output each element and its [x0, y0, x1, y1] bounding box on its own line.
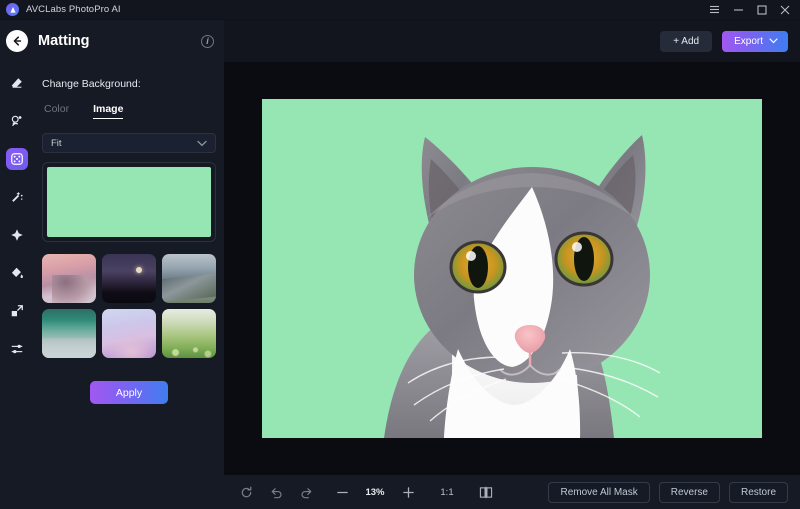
title-bar: AVCLabs PhotoPro AI — [0, 0, 800, 20]
minimize-icon[interactable] — [733, 5, 744, 14]
zoom-ratio-button[interactable]: 1:1 — [434, 487, 460, 498]
cat-photo-with-green-background[interactable] — [262, 99, 762, 438]
background-thumbnail-grid — [42, 254, 216, 358]
export-button[interactable]: Export — [722, 30, 788, 52]
fit-mode-value: Fit — [51, 137, 62, 149]
reset-rotate-icon[interactable] — [232, 481, 260, 503]
panel-header: Matting i — [6, 20, 224, 62]
export-label: Export — [734, 35, 763, 47]
bottom-toolbar: 13% 1:1 Remove All Mask Reverse Restore — [224, 475, 800, 509]
undo-icon[interactable] — [262, 481, 290, 503]
mask-actions: Remove All Mask Reverse Restore — [548, 481, 788, 503]
expand-icon[interactable] — [6, 224, 28, 246]
background-preview[interactable] — [42, 162, 216, 242]
thumbnail-turquoise-coast[interactable] — [42, 309, 96, 358]
zoom-level[interactable]: 13% — [358, 487, 392, 498]
paint-bucket-icon[interactable] — [6, 262, 28, 284]
background-type-tabs: Color Image — [44, 103, 224, 119]
thumbnail-snow-peak[interactable] — [162, 254, 216, 303]
chevron-down-icon — [769, 36, 778, 47]
redo-icon[interactable] — [292, 481, 320, 503]
restore-button[interactable]: Restore — [728, 481, 788, 503]
minus-icon[interactable] — [328, 481, 356, 503]
window-controls — [709, 4, 794, 15]
app-window: AVCLabs PhotoPro AI Matting i Change Bac… — [0, 0, 800, 509]
plus-icon[interactable] — [394, 481, 422, 503]
main-area: + Add Export 13% 1:1 Remove All Mask Rev… — [224, 20, 800, 509]
tool-rail — [0, 20, 34, 509]
compare-split-icon[interactable] — [472, 481, 500, 503]
section-label: Change Background: — [42, 78, 141, 90]
zoom-tools: 13% 1:1 — [328, 481, 500, 503]
thumbnail-night-moon[interactable] — [102, 254, 156, 303]
canvas-area[interactable] — [224, 62, 800, 475]
matting-icon[interactable] — [6, 148, 28, 170]
tab-color[interactable]: Color — [44, 103, 69, 119]
info-icon[interactable]: i — [201, 34, 214, 48]
adjust-sliders-icon[interactable] — [6, 338, 28, 360]
menu-icon[interactable] — [709, 5, 720, 14]
maximize-icon[interactable] — [757, 4, 767, 15]
history-tools — [232, 481, 320, 503]
thumbnail-pastel-clouds[interactable] — [102, 309, 156, 358]
cat-illustration — [384, 135, 661, 438]
reverse-button[interactable]: Reverse — [658, 481, 720, 503]
body: Matting i Change Background: Color Image… — [0, 20, 800, 509]
remove-all-mask-button[interactable]: Remove All Mask — [548, 481, 650, 503]
magic-wand-icon[interactable] — [6, 186, 28, 208]
back-arrow-icon[interactable] — [6, 30, 28, 52]
thumbnail-green-meadow[interactable] — [162, 309, 216, 358]
tab-image[interactable]: Image — [93, 103, 124, 119]
eraser-icon[interactable] — [6, 72, 28, 94]
close-icon[interactable] — [780, 5, 790, 15]
app-title: AVCLabs PhotoPro AI — [26, 4, 121, 15]
matting-panel: Matting i Change Background: Color Image… — [6, 20, 224, 509]
background-preview-fill — [47, 167, 211, 237]
add-button[interactable]: + Add — [660, 30, 713, 52]
portrait-retouch-icon[interactable] — [6, 110, 28, 132]
app-logo-icon — [6, 3, 19, 16]
scale-image-icon[interactable] — [6, 300, 28, 322]
page-title: Matting — [38, 33, 90, 49]
thumbnail-sunset-mountain[interactable] — [42, 254, 96, 303]
apply-row: Apply — [34, 381, 224, 404]
main-toolbar: + Add Export — [224, 20, 800, 62]
fit-mode-select[interactable]: Fit — [42, 133, 216, 153]
chevron-down-icon — [197, 140, 207, 147]
apply-button[interactable]: Apply — [90, 381, 168, 404]
